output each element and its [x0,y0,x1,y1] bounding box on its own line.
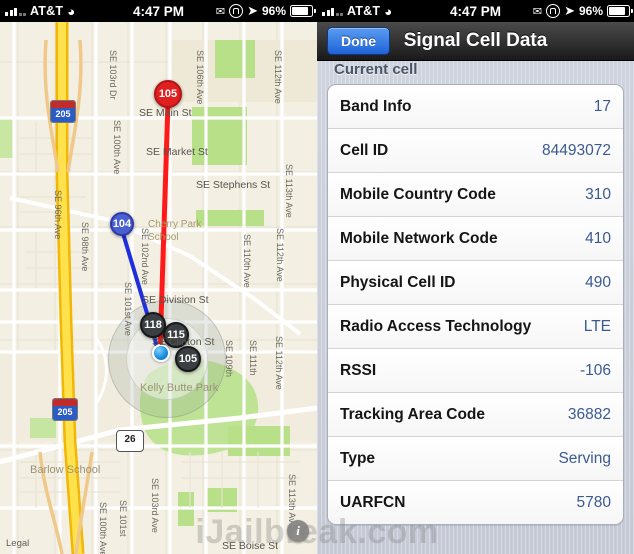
section-header-current-cell: Current cell [334,61,418,78]
map-view[interactable]: 205 205 26 105 104 118 115 105 SE 103rd … [0,22,317,554]
battery-charging-icon [607,5,633,17]
rotation-lock-icon [229,4,244,18]
navigation-bar: Done Signal Cell Data [317,22,634,61]
row-value: -106 [579,361,611,379]
row-value: 17 [593,97,611,115]
user-location-dot [152,344,170,362]
row-label: Cell ID [340,141,389,159]
table-row[interactable]: Band Info 17 [328,85,623,129]
row-value: 36882 [567,405,611,423]
us-route-26-shield: 26 [116,430,144,452]
row-label: Radio Access Technology [340,317,532,335]
location-arrow-icon: ➤ [564,3,575,18]
envelope-icon: ✉ [215,5,226,18]
status-bar-left: AT&T ◕ 4:47 PM ✉ ➤ 96% [0,0,317,22]
row-label: Type [340,449,376,467]
battery-charging-icon [290,5,316,17]
row-value: 310 [585,185,611,203]
table-row[interactable]: Radio Access Technology LTE [328,305,623,349]
battery-percent-label: 96% [578,4,603,18]
table-row[interactable]: RSSI -106 [328,349,623,393]
map-pane: AT&T ◕ 4:47 PM ✉ ➤ 96% 205 205 26 105 10… [0,0,317,554]
row-value: 5780 [576,493,611,511]
row-value: LTE [583,317,611,335]
table-row[interactable]: Physical Cell ID 490 [328,261,623,305]
row-label: Mobile Network Code [340,229,498,247]
shield-number-label: 205 [53,406,77,420]
status-bar-right: AT&T ◕ 4:47 PM ✉ ➤ 96% [317,0,634,22]
interstate-205-shield-south: 205 [52,398,78,421]
cell-marker-115[interactable]: 115 [163,322,189,348]
envelope-icon: ✉ [532,5,543,18]
table-row[interactable]: Mobile Network Code 410 [328,217,623,261]
status-bar-right-group: ✉ ➤ 96% [532,3,633,19]
row-value: 84493072 [542,141,611,159]
table-row[interactable]: UARFCN 5780 [328,481,623,524]
row-label: UARFCN [340,493,406,511]
rotation-lock-icon [546,4,561,18]
info-button[interactable]: i [287,520,309,542]
cell-marker-104-blue[interactable]: 104 [110,212,134,236]
battery-percent-label: 96% [261,4,286,18]
cell-marker-105-dark[interactable]: 105 [175,346,201,372]
done-button[interactable]: Done [327,27,390,55]
row-label: RSSI [340,361,377,379]
row-label: Physical Cell ID [340,273,456,291]
row-label: Mobile Country Code [340,185,496,203]
interstate-205-shield-north: 205 [50,100,76,123]
table-row[interactable]: Cell ID 84493072 [328,129,623,173]
table-row[interactable]: Mobile Country Code 310 [328,173,623,217]
row-label: Band Info [340,97,412,115]
legal-link[interactable]: Legal [6,538,29,549]
table-row[interactable]: Tracking Area Code 36882 [328,393,623,437]
current-cell-group: Band Info 17 Cell ID 84493072 Mobile Cou… [327,84,624,525]
location-arrow-icon: ➤ [247,3,258,18]
settings-list-body[interactable]: Current cell Band Info 17 Cell ID 844930… [317,61,634,554]
shield-number-label: 205 [51,108,75,122]
row-value: Serving [558,449,611,467]
dual-pane-screenshot: AT&T ◕ 4:47 PM ✉ ➤ 96% 205 205 26 105 10… [0,0,634,554]
row-value: 410 [585,229,611,247]
row-label: Tracking Area Code [340,405,486,423]
cell-marker-105-red[interactable]: 105 [154,80,182,108]
row-value: 490 [585,273,611,291]
table-row[interactable]: Type Serving [328,437,623,481]
signal-cell-data-pane: AT&T ◕ 4:47 PM ✉ ➤ 96% Done Signal Cell … [317,0,634,554]
status-bar-right-group: ✉ ➤ 96% [215,3,316,19]
